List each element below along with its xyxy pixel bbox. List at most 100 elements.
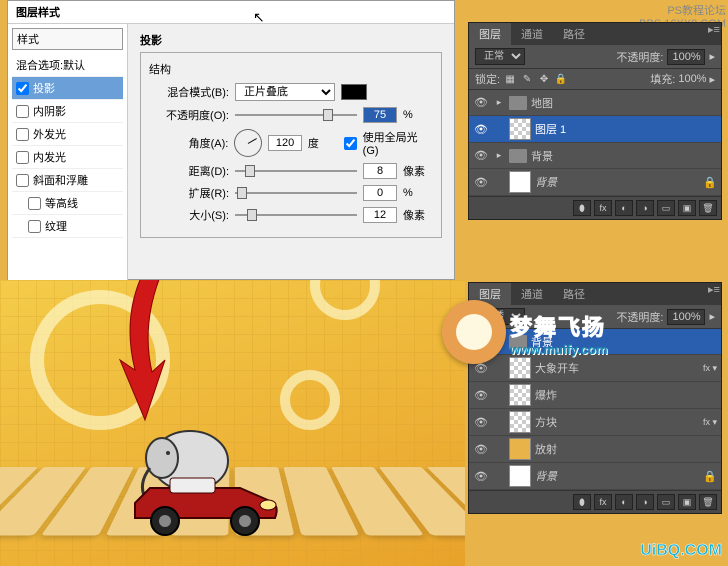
layer-row[interactable]: 👁方块fx ▾ [469,409,721,436]
layer-row[interactable]: 👁图层 1 [469,116,721,143]
lock-icon: 🔒 [703,470,717,483]
lock-position-icon[interactable]: ✥ [537,72,551,86]
opacity-value[interactable]: 100% [667,49,705,65]
blend-mode-select[interactable]: 正常 [475,48,525,65]
distance-slider[interactable] [235,170,357,172]
dropdown-icon[interactable]: ▸ [709,50,715,63]
layer-row[interactable]: 👁背景🔒 [469,169,721,196]
style-item[interactable]: 投影 [12,77,123,100]
global-light-checkbox[interactable] [344,137,357,150]
panel-menu-icon[interactable]: ▸≡ [707,23,721,45]
layer-row[interactable]: 👁 ▸ 背景 [469,143,721,169]
tab-paths[interactable]: 路径 [553,283,595,305]
style-checkbox[interactable] [16,151,29,164]
link-icon[interactable]: ⬮ [573,494,591,510]
dropdown-icon[interactable]: ▸ [709,310,715,323]
red-arrow-icon [110,280,190,430]
style-item[interactable]: 等高线 [12,192,123,215]
trash-icon[interactable]: 🗑 [699,200,717,216]
angle-value[interactable]: 120 [268,135,302,151]
layer-thumbnail [509,118,531,140]
distance-value[interactable]: 8 [363,163,397,179]
dropdown-icon[interactable]: ▸ [709,73,715,86]
opacity-label: 不透明度: [616,309,663,325]
style-checkbox[interactable] [16,128,29,141]
style-checkbox[interactable] [28,220,41,233]
opacity-slider[interactable] [235,114,357,116]
visibility-icon[interactable]: 👁 [473,96,489,109]
styles-list: 样式 混合选项:默认投影内阴影外发光内发光斜面和浮雕等高线纹理 [8,24,128,280]
style-checkbox[interactable] [28,197,41,210]
visibility-icon[interactable]: 👁 [473,470,489,483]
tab-layers[interactable]: 图层 [469,23,511,45]
badge-icon [442,300,506,364]
layer-name: 背景 [535,174,699,190]
fill-value[interactable]: 100% [678,73,706,85]
opacity-value[interactable]: 100% [667,309,705,325]
new-layer-icon[interactable]: ▣ [678,494,696,510]
tab-channels[interactable]: 通道 [511,23,553,45]
mask-icon[interactable]: ◐ [615,200,633,216]
tab-channels[interactable]: 通道 [511,283,553,305]
trash-icon[interactable]: 🗑 [699,494,717,510]
spread-slider[interactable] [235,192,357,194]
style-checkbox[interactable] [16,174,29,187]
visibility-icon[interactable]: 👁 [473,389,489,402]
opacity-value[interactable]: 75 [363,107,397,123]
style-item[interactable]: 内阴影 [12,100,123,123]
adjustment-icon[interactable]: ◑ [636,494,654,510]
size-label: 大小(S): [149,207,229,223]
fx-icon[interactable]: fx [594,200,612,216]
shadow-color-swatch[interactable] [341,84,367,100]
visibility-icon[interactable]: 👁 [473,149,489,162]
lock-all-icon[interactable]: 🔒 [554,72,568,86]
visibility-icon[interactable]: 👁 [473,416,489,429]
expand-icon[interactable]: ▸ [493,150,505,161]
layer-thumbnail [509,357,531,379]
folder-icon[interactable]: ▭ [657,494,675,510]
layer-row[interactable]: 👁▸地图 [469,90,721,116]
style-item[interactable]: 斜面和浮雕 [12,169,123,192]
folder-icon[interactable]: ▭ [657,200,675,216]
elephant-car-illustration [120,423,290,546]
layer-name: 放射 [535,441,717,457]
blend-mode-select[interactable]: 正片叠底 [235,83,335,101]
style-label: 内阴影 [33,103,66,119]
style-label: 混合选项:默认 [16,57,85,73]
layer-row[interactable]: 👁背景🔒 [469,463,721,490]
size-value[interactable]: 12 [363,207,397,223]
panel-menu-icon[interactable]: ▸≡ [707,283,721,305]
fx-badge[interactable]: fx ▾ [703,363,717,374]
style-checkbox[interactable] [16,105,29,118]
layer-row[interactable]: 👁爆炸 [469,382,721,409]
fx-badge[interactable]: fx ▾ [703,417,717,428]
tab-paths[interactable]: 路径 [553,23,595,45]
link-icon[interactable]: ⬮ [573,200,591,216]
visibility-icon[interactable]: 👁 [473,176,489,189]
size-slider[interactable] [235,214,357,216]
layer-name: 背景 [531,148,717,164]
layer-row[interactable]: 👁 放射 [469,436,721,463]
layer-row[interactable]: 👁大象开车fx ▾ [469,355,721,382]
angle-dial[interactable] [234,129,262,157]
spread-value[interactable]: 0 [363,185,397,201]
layer-thumbnail [509,411,531,433]
cursor-icon: ↖ [253,9,265,26]
style-item[interactable]: 纹理 [12,215,123,238]
style-item[interactable]: 内发光 [12,146,123,169]
group-label: 结构 [149,61,433,77]
visibility-icon[interactable]: 👁 [473,443,489,456]
style-checkbox[interactable] [16,82,29,95]
fx-icon[interactable]: fx [594,494,612,510]
lock-paint-icon[interactable]: ✎ [520,72,534,86]
expand-icon[interactable]: ▸ [493,97,505,108]
mask-icon[interactable]: ◐ [615,494,633,510]
new-layer-icon[interactable]: ▣ [678,200,696,216]
style-label: 内发光 [33,149,66,165]
visibility-icon[interactable]: 👁 [473,123,489,136]
style-item[interactable]: 外发光 [12,123,123,146]
adjustment-icon[interactable]: ◑ [636,200,654,216]
panel2-tabs: 图层 通道 路径 ▸≡ [469,283,721,305]
lock-transparency-icon[interactable]: ▦ [503,72,517,86]
style-item[interactable]: 混合选项:默认 [12,54,123,77]
